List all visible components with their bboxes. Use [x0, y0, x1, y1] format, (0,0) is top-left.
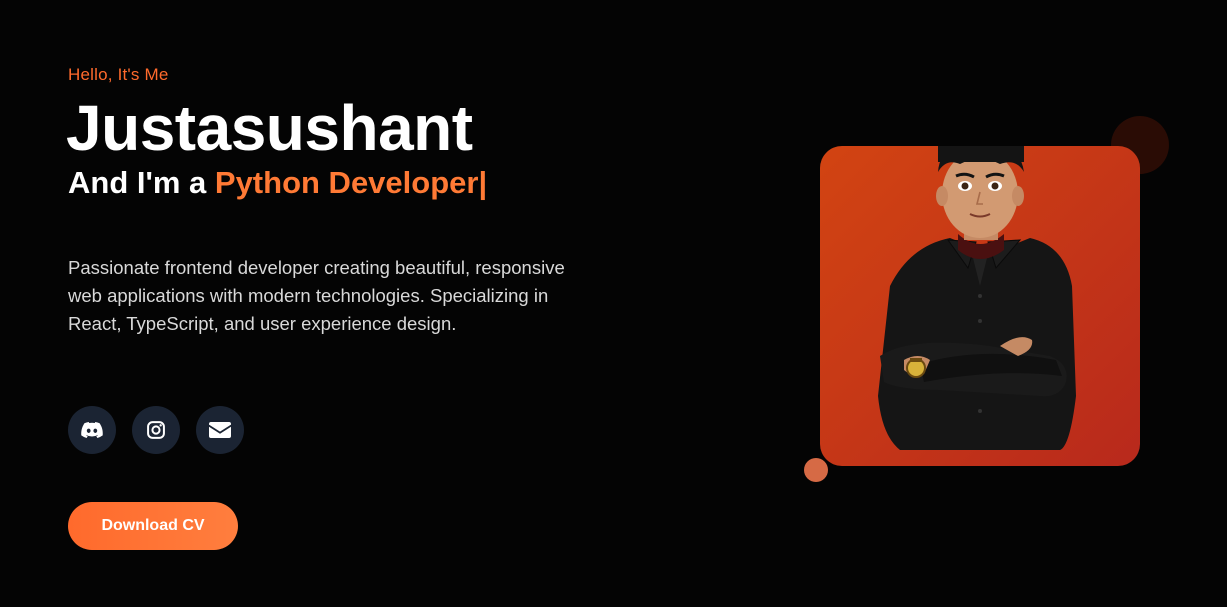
instagram-icon: [146, 420, 166, 440]
hero-role-line: And I'm a Python Developer|: [68, 163, 487, 203]
role-prefix: And I'm a: [68, 165, 215, 200]
social-links: [68, 406, 244, 454]
hero-name: Justasushant: [66, 92, 473, 164]
instagram-link[interactable]: [132, 406, 180, 454]
avatar-card: [820, 146, 1140, 466]
hero-section: Hello, It's Me Justasushant And I'm a Py…: [0, 0, 1227, 607]
role-text: Python Developer: [214, 165, 479, 200]
hero-greeting: Hello, It's Me: [68, 65, 169, 84]
discord-icon: [80, 418, 104, 442]
avatar-illustration: [878, 146, 1076, 450]
discord-link[interactable]: [68, 406, 116, 454]
typing-cursor: |: [478, 165, 488, 200]
download-cv-button[interactable]: Download CV: [68, 502, 238, 550]
hero-bio: Passionate frontend developer creating b…: [68, 257, 565, 334]
email-link[interactable]: [196, 406, 244, 454]
decorative-dot: [804, 458, 828, 482]
envelope-icon: [209, 421, 231, 439]
